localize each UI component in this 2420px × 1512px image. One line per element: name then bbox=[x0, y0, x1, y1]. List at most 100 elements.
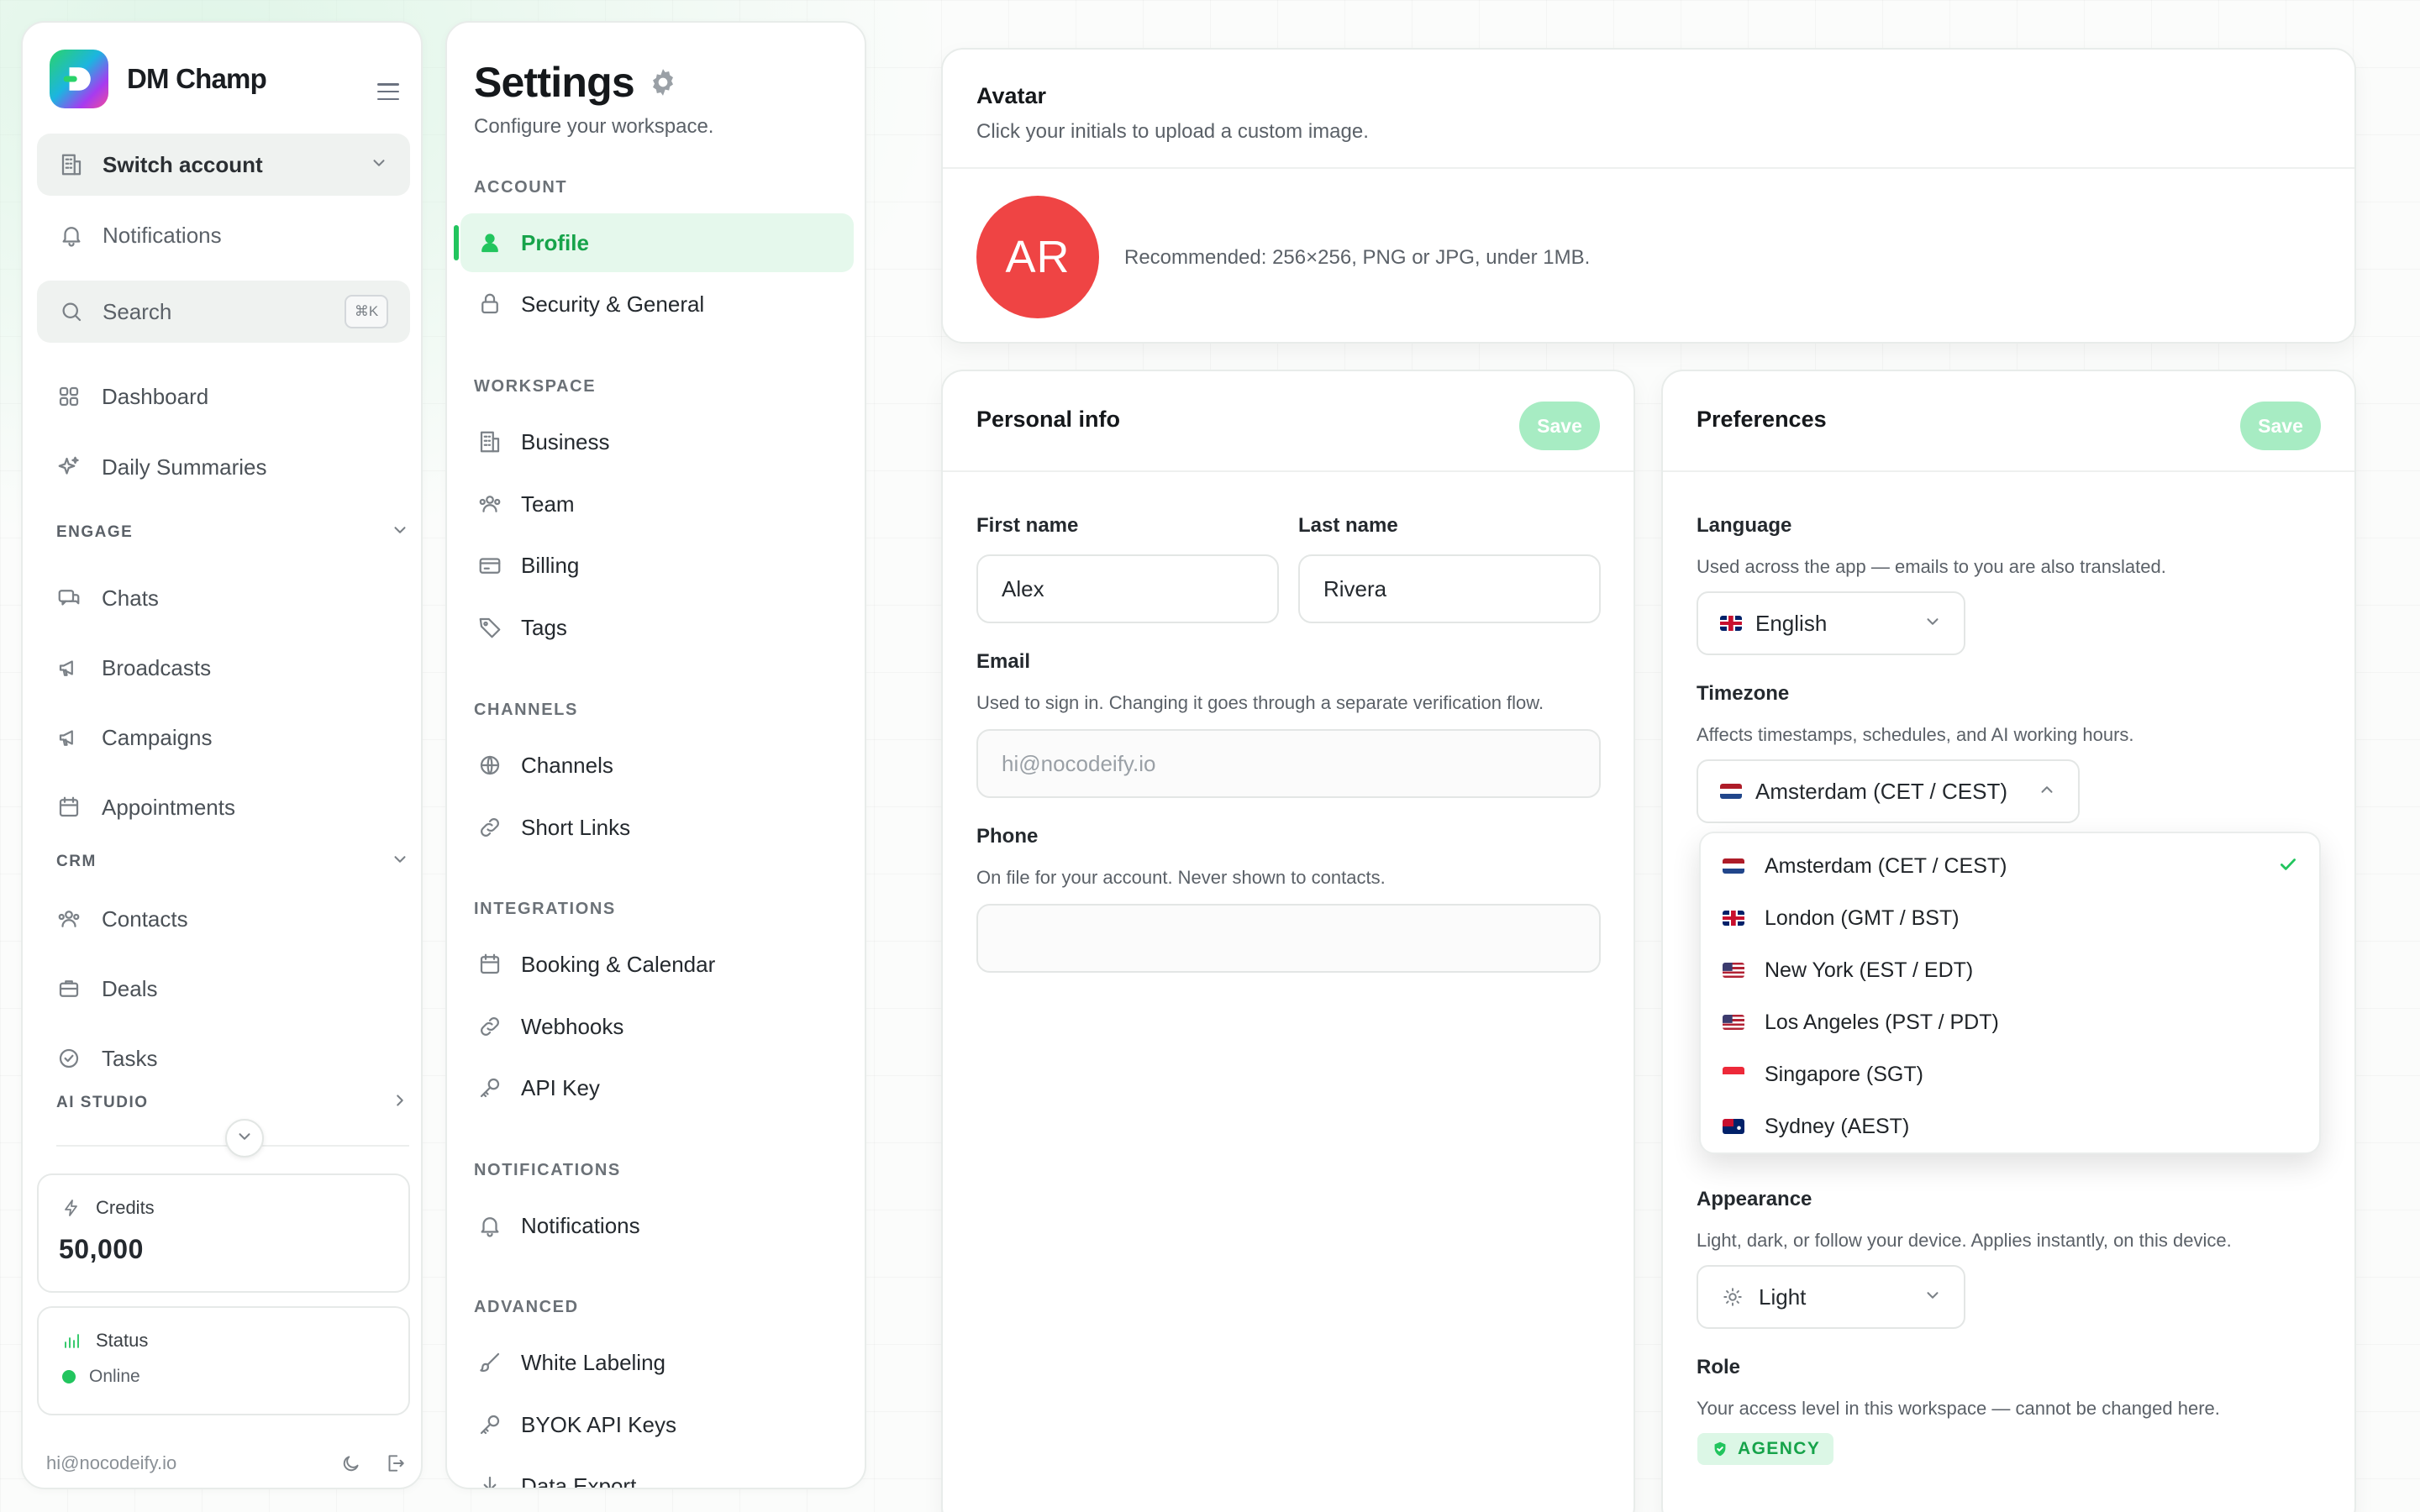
timezone-option-label: New York (EST / EDT) bbox=[1765, 958, 1974, 982]
sidebar-item-broadcasts[interactable]: Broadcasts bbox=[56, 643, 211, 693]
chevron-down-icon bbox=[370, 154, 388, 176]
avatar-upload-button[interactable]: AR bbox=[976, 196, 1099, 318]
settings-item-label: Business bbox=[521, 428, 610, 454]
sidebar-section-ai-studio[interactable]: AI STUDIO bbox=[56, 1091, 409, 1114]
scroll-down-button[interactable] bbox=[225, 1119, 264, 1158]
chevron-down-icon bbox=[391, 521, 409, 543]
sidebar-item-daily-summaries[interactable]: Daily Summaries bbox=[56, 442, 267, 492]
settings-item-security[interactable]: Security & General bbox=[460, 275, 854, 333]
key-icon bbox=[477, 1075, 502, 1100]
appearance-help: Light, dark, or follow your device. Appl… bbox=[1697, 1230, 2232, 1251]
brand[interactable]: DM Champ bbox=[50, 50, 267, 108]
switch-account-label: Switch account bbox=[103, 151, 263, 177]
timezone-option[interactable]: New York (EST / EDT) bbox=[1701, 944, 2319, 996]
settings-item-label: Booking & Calendar bbox=[521, 951, 716, 977]
bar-chart-icon bbox=[59, 1328, 84, 1353]
first-name-field[interactable]: Alex bbox=[976, 554, 1279, 623]
chat-icon bbox=[56, 585, 82, 611]
chevron-up-icon bbox=[2038, 780, 2056, 803]
settings-item-short-links[interactable]: Short Links bbox=[460, 798, 854, 857]
check-icon bbox=[2277, 853, 2299, 879]
email-field[interactable]: hi@nocodeify.io bbox=[976, 729, 1601, 798]
sidebar-section-crm[interactable]: CRM bbox=[56, 850, 409, 873]
bell-icon bbox=[59, 223, 84, 248]
settings-item-profile[interactable]: Profile bbox=[454, 213, 854, 272]
settings-item-label: Webhooks bbox=[521, 1013, 624, 1039]
megaphone-icon bbox=[56, 655, 82, 680]
settings-item-notifications[interactable]: Notifications bbox=[460, 1196, 854, 1255]
settings-item-billing[interactable]: Billing bbox=[460, 536, 854, 595]
email-help: Used to sign in. Changing it goes throug… bbox=[976, 692, 1544, 713]
timezone-option[interactable]: Amsterdam (CET / CEST) bbox=[1701, 840, 2319, 892]
calendar-icon bbox=[477, 952, 502, 977]
settings-item-webhooks[interactable]: Webhooks bbox=[460, 997, 854, 1056]
timezone-option-label: Sydney (AEST) bbox=[1765, 1114, 1910, 1138]
search-input[interactable]: Search ⌘K bbox=[37, 281, 410, 343]
app-sidebar: DM Champ Switch account Notifications Se… bbox=[21, 21, 423, 1489]
status-card[interactable]: Status Online bbox=[37, 1306, 410, 1415]
appearance-select[interactable]: Light bbox=[1697, 1265, 1965, 1329]
personal-info-title: Personal info bbox=[976, 407, 1121, 432]
settings-item-label: Short Links bbox=[521, 814, 631, 840]
bell-icon bbox=[477, 1213, 502, 1238]
role-badge: AGENCY bbox=[1697, 1433, 1834, 1465]
timezone-option[interactable]: Singapore (SGT) bbox=[1701, 1048, 2319, 1100]
settings-item-team[interactable]: Team bbox=[460, 475, 854, 533]
sidebar-item-chats[interactable]: Chats bbox=[56, 573, 159, 623]
settings-item-booking[interactable]: Booking & Calendar bbox=[460, 935, 854, 994]
last-name-field[interactable]: Rivera bbox=[1298, 554, 1601, 623]
brand-logo-icon bbox=[50, 50, 108, 108]
megaphone-icon bbox=[56, 725, 82, 750]
chevron-down-icon bbox=[1923, 1286, 1942, 1309]
avatar-card-subtitle: Click your initials to upload a custom i… bbox=[976, 120, 1369, 143]
chevron-down-icon bbox=[235, 1127, 254, 1150]
sidebar-item-campaigns[interactable]: Campaigns bbox=[56, 712, 213, 763]
switch-account-button[interactable]: Switch account bbox=[37, 134, 410, 196]
settings-item-label: Team bbox=[521, 491, 575, 517]
lock-icon bbox=[477, 291, 502, 317]
sidebar-item-tasks[interactable]: Tasks bbox=[56, 1033, 157, 1084]
settings-title: Settings bbox=[474, 59, 635, 106]
phone-label: Phone bbox=[976, 825, 1039, 848]
timezone-help: Affects timestamps, schedules, and AI wo… bbox=[1697, 724, 2134, 745]
sidebar-notifications[interactable]: Notifications bbox=[37, 204, 410, 266]
search-placeholder: Search bbox=[103, 298, 172, 324]
credits-card[interactable]: Credits 50,000 bbox=[37, 1173, 410, 1293]
key-icon bbox=[477, 1412, 502, 1437]
section-notifications: NOTIFICATIONS bbox=[474, 1161, 621, 1179]
timezone-option[interactable]: Los Angeles (PST / PDT) bbox=[1701, 996, 2319, 1048]
sidebar-section-engage[interactable]: ENGAGE bbox=[56, 521, 409, 543]
shield-check-icon bbox=[1714, 1441, 1726, 1457]
timezone-option[interactable]: London (GMT / BST) bbox=[1701, 892, 2319, 944]
settings-item-business[interactable]: Business bbox=[460, 412, 854, 471]
settings-item-white-labeling[interactable]: White Labeling bbox=[460, 1333, 854, 1392]
globe-icon bbox=[477, 753, 502, 778]
personal-info-save-button[interactable]: Save bbox=[1519, 402, 1600, 450]
menu-icon[interactable] bbox=[377, 83, 399, 100]
settings-item-tags[interactable]: Tags bbox=[460, 598, 854, 657]
au-flag-icon bbox=[1723, 1119, 1744, 1134]
preferences-title: Preferences bbox=[1697, 407, 1827, 432]
sidebar-item-deals[interactable]: Deals bbox=[56, 963, 157, 1014]
briefcase-icon bbox=[56, 976, 82, 1001]
settings-item-channels[interactable]: Channels bbox=[460, 736, 854, 795]
sidebar-item-appointments[interactable]: Appointments bbox=[56, 782, 235, 832]
logout-icon[interactable] bbox=[382, 1451, 408, 1476]
settings-item-byok[interactable]: BYOK API Keys bbox=[460, 1395, 854, 1454]
sun-icon bbox=[1720, 1284, 1745, 1310]
sidebar-item-contacts[interactable]: Contacts bbox=[56, 894, 188, 944]
preferences-save-button[interactable]: Save bbox=[2240, 402, 2321, 450]
timezone-option-label: Amsterdam (CET / CEST) bbox=[1765, 853, 2007, 878]
language-select[interactable]: English bbox=[1697, 591, 1965, 655]
settings-item-data-export[interactable]: Data Export bbox=[460, 1457, 854, 1488]
sidebar-item-label: Dashboard bbox=[102, 383, 209, 409]
sidebar-notifications-label: Notifications bbox=[103, 222, 222, 248]
moon-icon[interactable] bbox=[339, 1451, 364, 1476]
last-name-label: Last name bbox=[1298, 514, 1398, 537]
timezone-select[interactable]: Amsterdam (CET / CEST) bbox=[1697, 759, 2080, 823]
phone-field[interactable] bbox=[976, 904, 1601, 973]
chevron-down-icon bbox=[391, 850, 409, 873]
settings-item-api-key[interactable]: API Key bbox=[460, 1058, 854, 1117]
sidebar-item-dashboard[interactable]: Dashboard bbox=[56, 371, 208, 422]
timezone-option[interactable]: Sydney (AEST) bbox=[1701, 1100, 2319, 1152]
